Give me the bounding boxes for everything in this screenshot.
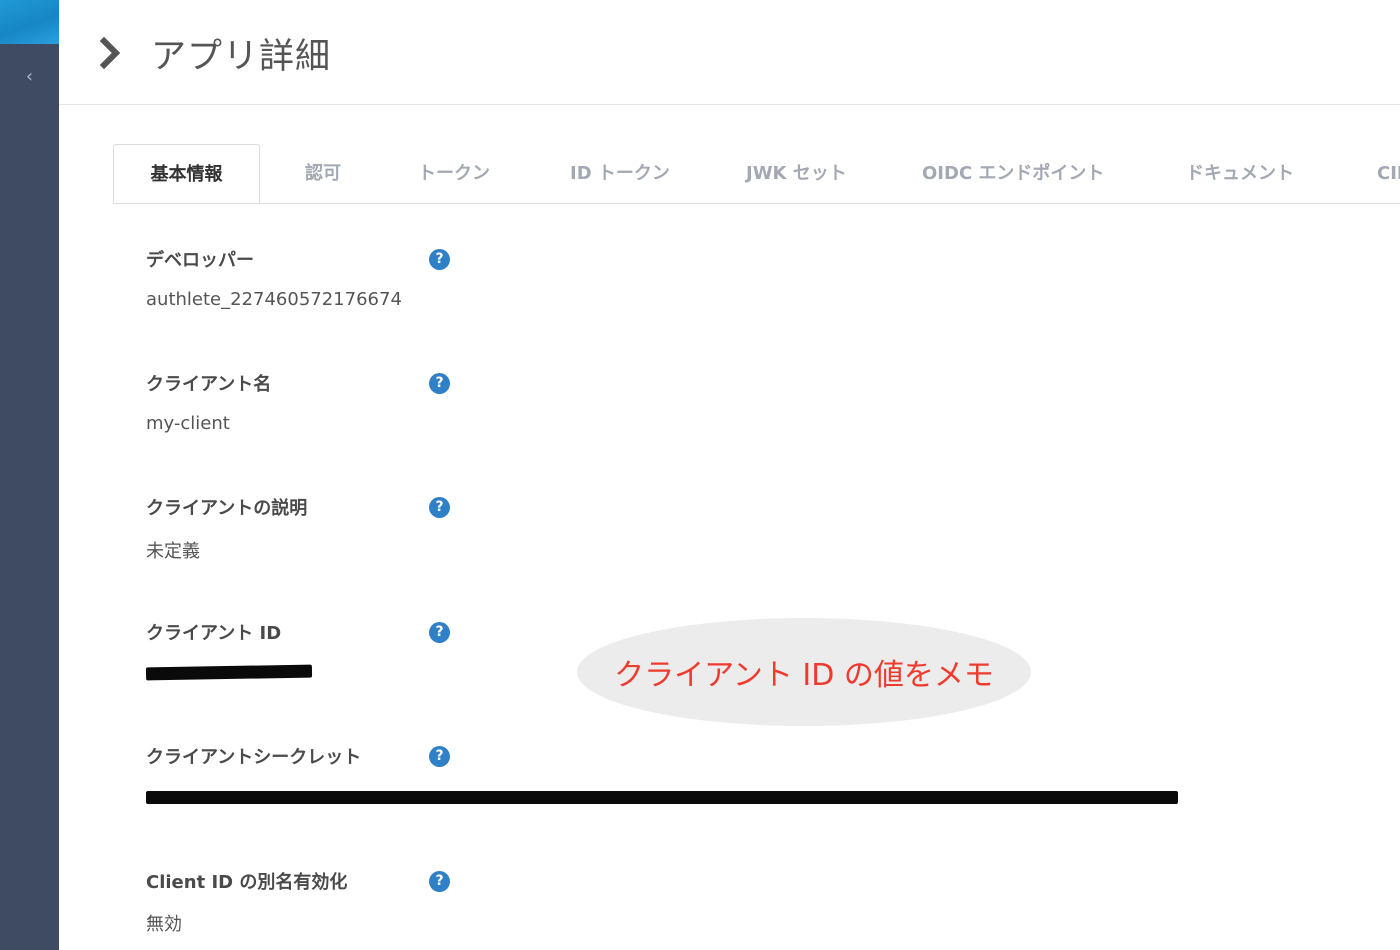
client-description-label: クライアントの説明 xyxy=(146,498,308,519)
sidebar: ‹ xyxy=(0,0,59,950)
tab-authorization[interactable]: 認可 xyxy=(305,144,341,203)
developer-help-icon[interactable]: ? xyxy=(429,249,450,270)
chevron-right-icon[interactable] xyxy=(95,36,125,70)
client-secret-help-icon[interactable]: ? xyxy=(429,746,450,767)
tab-oidc-endpoint[interactable]: OIDC エンドポイント xyxy=(922,144,1104,203)
annotation-text: クライアント ID の値をメモ xyxy=(614,658,994,693)
page-title: アプリ詳細 xyxy=(151,37,332,77)
client-id-alias-help-icon[interactable]: ? xyxy=(429,871,450,892)
tab-documents[interactable]: ドキュメント xyxy=(1186,144,1294,203)
client-secret-redacted-value xyxy=(146,791,1178,804)
tab-basic-info[interactable]: 基本情報 xyxy=(113,144,260,203)
sidebar-collapse-icon[interactable]: ‹ xyxy=(0,60,59,92)
client-id-alias-value: 無効 xyxy=(146,914,182,935)
annotation-callout: クライアント ID の値をメモ xyxy=(577,618,1031,726)
client-secret-label: クライアントシークレット xyxy=(146,747,362,768)
client-id-help-icon[interactable]: ? xyxy=(429,622,450,643)
tab-id-token[interactable]: ID トークン xyxy=(570,144,670,203)
page-header: アプリ詳細 xyxy=(59,0,1400,105)
client-name-label: クライアント名 xyxy=(146,374,272,395)
client-name-help-icon[interactable]: ? xyxy=(429,373,450,394)
client-name-value: my-client xyxy=(146,413,230,434)
client-id-redacted-value xyxy=(145,664,313,681)
tab-token[interactable]: トークン xyxy=(418,144,490,203)
client-description-help-icon[interactable]: ? xyxy=(429,497,450,518)
tab-ciba[interactable]: CIB xyxy=(1377,144,1400,203)
client-id-alias-label: Client ID の別名有効化 xyxy=(146,872,348,893)
developer-label: デベロッパー xyxy=(146,250,254,271)
developer-value: authlete_227460572176674 xyxy=(146,289,402,310)
sidebar-logo-area[interactable] xyxy=(0,0,59,44)
tab-jwk-set[interactable]: JWK セット xyxy=(746,144,847,203)
client-description-value: 未定義 xyxy=(146,541,200,562)
client-id-label: クライアント ID xyxy=(146,623,282,644)
tab-bar: 基本情報 認可 トークン ID トークン JWK セット OIDC エンドポイン… xyxy=(113,144,1400,204)
